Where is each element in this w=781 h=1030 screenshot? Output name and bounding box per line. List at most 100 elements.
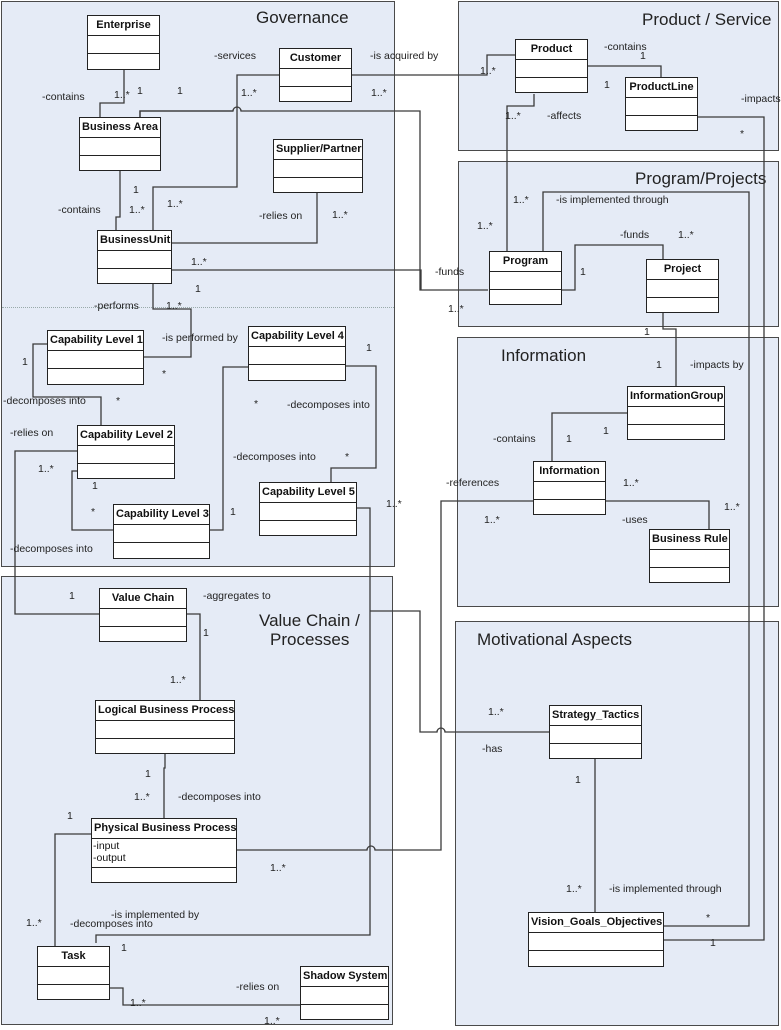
class-information-group[interactable]: InformationGroup [627, 386, 725, 440]
class-operations [96, 739, 234, 754]
class-name: Capability Level 3 [114, 505, 209, 525]
class-business-unit[interactable]: BusinessUnit [97, 230, 172, 284]
class-attributes [249, 347, 345, 365]
class-name: BusinessUnit [98, 231, 171, 251]
multiplicity-label: 1 [195, 283, 201, 295]
multiplicity-label: 1..* [264, 1015, 280, 1027]
multiplicity-label: 1..* [484, 514, 500, 526]
class-attributes [626, 98, 697, 116]
multiplicity-label: 1 [69, 590, 75, 602]
class-capability-level-1[interactable]: Capability Level 1 [47, 330, 144, 385]
class-physical-business-process[interactable]: Physical Business Process -input -output [91, 818, 237, 883]
class-project[interactable]: Project [646, 259, 719, 313]
class-name: Business Area [80, 118, 160, 138]
package-title-product-service: Product / Service [642, 10, 772, 29]
role-label: -decomposes into [3, 395, 86, 407]
multiplicity-label: 1..* [129, 204, 145, 216]
multiplicity-label: 1..* [477, 220, 493, 232]
multiplicity-label: 1 [603, 425, 609, 437]
multiplicity-label: 1 [177, 85, 183, 97]
multiplicity-label: * [706, 912, 711, 924]
attribute-input: -input [93, 840, 120, 852]
class-customer[interactable]: Customer [279, 48, 352, 102]
multiplicity-label: 1..* [566, 883, 582, 895]
package-information [457, 337, 779, 607]
multiplicity-label: 1 [566, 433, 572, 445]
class-name: ProductLine [626, 78, 697, 98]
multiplicity-label: 1..* [332, 209, 348, 221]
multiplicity-label: * [91, 506, 96, 518]
multiplicity-label: 1..* [480, 65, 496, 77]
class-capability-level-4[interactable]: Capability Level 4 [248, 326, 346, 381]
class-attributes [301, 987, 388, 1005]
class-operations [529, 951, 663, 966]
class-name: Physical Business Process [92, 819, 236, 839]
class-enterprise[interactable]: Enterprise [87, 15, 160, 70]
class-capability-level-2[interactable]: Capability Level 2 [77, 425, 175, 479]
class-task[interactable]: Task [37, 946, 110, 1000]
class-name: Capability Level 1 [48, 331, 143, 351]
multiplicity-label: 1..* [114, 89, 130, 101]
class-name: Task [38, 947, 109, 967]
class-attributes [647, 280, 718, 298]
role-label: -impacts [741, 93, 781, 105]
class-product[interactable]: Product [515, 39, 588, 93]
class-attributes [80, 138, 160, 156]
class-supplier-partner[interactable]: Supplier/Partner [273, 139, 363, 193]
class-attributes [38, 967, 109, 985]
multiplicity-label: 1 [22, 356, 28, 368]
role-label: -contains [58, 204, 101, 216]
class-name: Enterprise [88, 16, 159, 36]
class-name: Customer [280, 49, 351, 69]
multiplicity-label: 1..* [505, 110, 521, 122]
class-operations [80, 156, 160, 171]
multiplicity-label: 1 [575, 774, 581, 786]
role-label: -decomposes into [233, 451, 316, 463]
package-title-motivational: Motivational Aspects [477, 630, 632, 649]
class-operations [626, 116, 697, 131]
class-attributes [516, 60, 587, 78]
class-name: Logical Business Process [96, 701, 234, 721]
class-program[interactable]: Program [489, 251, 562, 305]
role-label: -relies on [259, 210, 303, 222]
multiplicity-label: 1 [145, 768, 151, 780]
class-attributes [114, 525, 209, 543]
class-capability-level-5[interactable]: Capability Level 5 [259, 482, 357, 536]
role-label: -is acquired by [370, 50, 439, 62]
package-title-information: Information [501, 346, 587, 365]
class-operations [249, 365, 345, 380]
multiplicity-label: 1 [644, 326, 650, 338]
role-label: -decomposes into [70, 918, 153, 930]
class-value-chain[interactable]: Value Chain [99, 588, 187, 642]
class-name: Capability Level 2 [78, 426, 174, 446]
multiplicity-label: 1 [710, 937, 716, 949]
class-attributes [274, 160, 362, 178]
class-shadow-system[interactable]: Shadow System [300, 966, 389, 1020]
class-product-line[interactable]: ProductLine [625, 77, 698, 131]
multiplicity-label: 1 [640, 50, 646, 62]
class-information[interactable]: Information [533, 461, 606, 515]
role-label: -relies on [236, 981, 280, 993]
multiplicity-label: * [254, 398, 259, 410]
role-label: -performs [94, 300, 139, 312]
class-vision-goals-objectives[interactable]: Vision_Goals_Objectives [528, 912, 664, 967]
class-attributes [96, 721, 234, 739]
class-business-rule[interactable]: Business Rule [649, 529, 730, 583]
multiplicity-label: 1..* [513, 194, 529, 206]
role-label: -contains [493, 433, 536, 445]
class-operations [88, 54, 159, 69]
role-label: -impacts by [690, 359, 744, 371]
class-logical-business-process[interactable]: Logical Business Process [95, 700, 235, 754]
class-operations [490, 290, 561, 305]
attribute-output: -output [93, 852, 126, 864]
class-attributes [260, 503, 356, 521]
class-capability-level-3[interactable]: Capability Level 3 [113, 504, 210, 559]
multiplicity-label: 1..* [26, 917, 42, 929]
role-label: -references [446, 477, 500, 489]
multiplicity-label: 1..* [241, 87, 257, 99]
multiplicity-label: 1..* [623, 477, 639, 489]
class-business-area[interactable]: Business Area [79, 117, 161, 171]
class-strategy-tactics[interactable]: Strategy_Tactics [549, 705, 642, 759]
class-operations [260, 521, 356, 536]
class-attributes [100, 609, 186, 627]
